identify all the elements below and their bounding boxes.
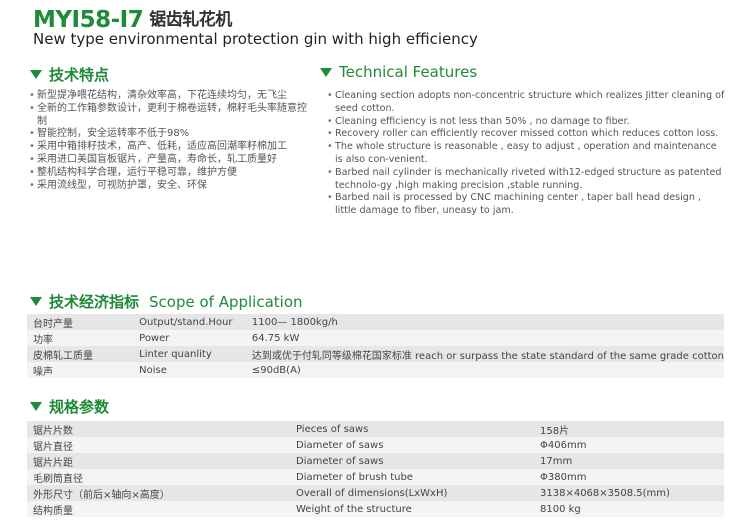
triangle-bullet-icon bbox=[30, 70, 42, 79]
list-item: • Cleaning efficiency is not less than 50… bbox=[327, 115, 630, 127]
model-name-cn: 锯齿轧花机 bbox=[149, 10, 232, 30]
specs-table: 锯片片数 Pieces of saws 158片 锯片直径 Diameter of s… bbox=[27, 421, 724, 517]
table-row: 结构质量 Weight of the structure 8100 kg bbox=[27, 501, 724, 517]
list-item: • 新型提净喂花结构，清杂效率高，下花连续均匀，无飞尘 bbox=[29, 90, 287, 101]
table-row: 外形尺寸（前后×轴向×高度） Overall of dimensions(LxWx… bbox=[27, 485, 724, 501]
list-item: • 全新的工作箱参数设计，更利于棉卷运转，棉籽毛头率随意控制 bbox=[29, 102, 307, 127]
table-row: 噪声 Noise ≤90dB(A) bbox=[27, 362, 724, 378]
features-cn-title: 技术特点 bbox=[49, 66, 110, 84]
table-row: 皮棉轧工质量 Linter quanlity 达到或优于付轧同等级棉花国家标准 re… bbox=[27, 346, 724, 362]
model-title: MYI58-I7 锯齿轧花机 bbox=[33, 5, 232, 33]
table-row: 锯片片数 Pieces of saws 158片 bbox=[27, 421, 724, 437]
list-item: • Barbed nail is processed by CNC machini… bbox=[327, 192, 702, 217]
subtitle: New type environmental protection gin wi… bbox=[33, 30, 478, 48]
features-en-heading: Technical Features bbox=[320, 63, 477, 81]
table-row: 功率 Power 64.75 kW bbox=[27, 330, 724, 346]
scope-title-cn: 技术经济指标 bbox=[49, 293, 140, 311]
list-item: • 智能控制，安全运转率不低于98% bbox=[29, 128, 190, 140]
scope-title-en: Scope of Application bbox=[149, 292, 303, 311]
triangle-bullet-icon bbox=[320, 67, 332, 77]
specs-heading: 规格参数 bbox=[30, 396, 109, 417]
scope-table: 台时产量 Output/stand.Hour 1100— 1800kg/h 功率 Po… bbox=[27, 314, 724, 378]
list-item: • Recovery roller can efficiently recover… bbox=[327, 128, 719, 140]
features-en-list: • Cleaning section adopts non-concentric … bbox=[325, 90, 725, 218]
list-item: • Barbed nail cylinder is mechanically ri… bbox=[327, 166, 722, 191]
list-item: • 整机结构科学合理，运行平稳可靠，维护方便 bbox=[29, 166, 237, 178]
list-item: • The whole structure is reasonable , eas… bbox=[327, 141, 717, 165]
list-item: • 采用中箱排籽技术，高产、低耗，适应高回潮率籽棉加工 bbox=[29, 141, 287, 153]
features-cn-heading: 技术特点 bbox=[30, 64, 109, 85]
features-en-title: Technical Features bbox=[339, 63, 478, 81]
scope-heading: 技术经济指标 Scope of Application bbox=[30, 291, 303, 312]
table-row: 锯片直径 Diameter of saws Φ406mm bbox=[27, 437, 724, 453]
list-item: • Cleaning section adopts non-concentric … bbox=[327, 90, 725, 114]
specs-title: 规格参数 bbox=[49, 398, 110, 416]
features-cn-list: • 新型提净喂花结构，清杂效率高，下花连续均匀，无飞尘 • 全新的工作箱参数设计，更… bbox=[28, 90, 313, 192]
list-item: • 采用流线型，可视防护罩，安全、环保 bbox=[29, 179, 207, 191]
table-row: 锯片片距 Diameter of saws 17mm bbox=[27, 453, 724, 469]
triangle-bullet-icon bbox=[30, 297, 42, 306]
table-row: 毛刷筒直径 Diameter of brush tube Φ380mm bbox=[27, 469, 724, 485]
triangle-bullet-icon bbox=[30, 402, 42, 411]
table-row: 台时产量 Output/stand.Hour 1100— 1800kg/h bbox=[27, 314, 724, 330]
list-item: • 采用进口美国盲板锯片，产量高，寿命长，轧工质量好 bbox=[29, 153, 277, 165]
